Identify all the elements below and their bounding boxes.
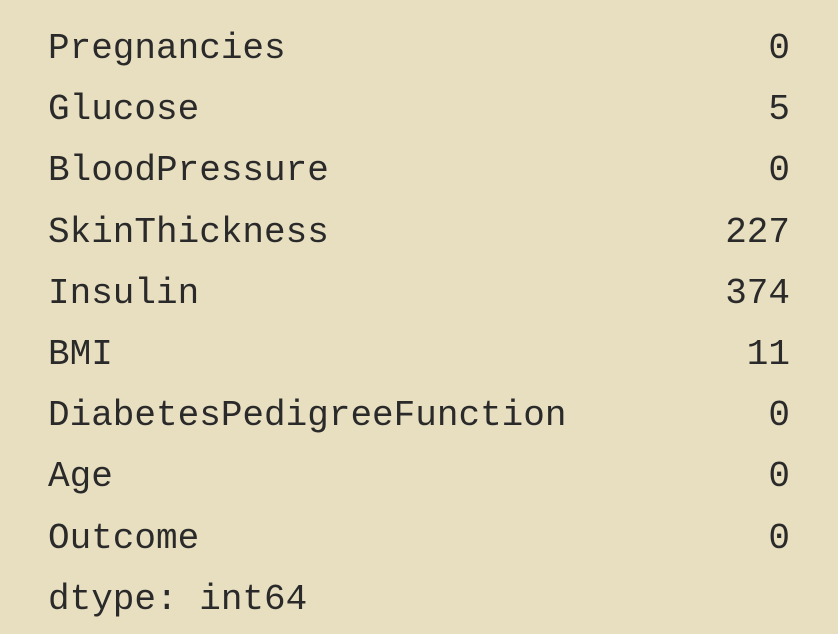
series-value: 5 <box>768 79 790 140</box>
series-row: Pregnancies 0 <box>48 18 790 79</box>
series-row: DiabetesPedigreeFunction 0 <box>48 385 790 446</box>
series-label: Age <box>48 446 113 507</box>
series-value: 11 <box>747 324 790 385</box>
series-value: 227 <box>725 202 790 263</box>
series-row: Outcome 0 <box>48 508 790 569</box>
series-row: BMI 11 <box>48 324 790 385</box>
series-row: SkinThickness 227 <box>48 202 790 263</box>
series-label: Pregnancies <box>48 18 286 79</box>
series-value: 0 <box>768 508 790 569</box>
series-label: BloodPressure <box>48 140 329 201</box>
series-label: BMI <box>48 324 113 385</box>
series-label: DiabetesPedigreeFunction <box>48 385 566 446</box>
series-label: Insulin <box>48 263 199 324</box>
series-label: Outcome <box>48 508 199 569</box>
series-value: 0 <box>768 446 790 507</box>
series-row: BloodPressure 0 <box>48 140 790 201</box>
series-value: 0 <box>768 385 790 446</box>
series-row: Age 0 <box>48 446 790 507</box>
series-value: 0 <box>768 140 790 201</box>
pandas-series-output: Pregnancies 0 Glucose 5 BloodPressure 0 … <box>48 18 790 630</box>
series-dtype: dtype: int64 <box>48 569 790 630</box>
series-value: 374 <box>725 263 790 324</box>
series-value: 0 <box>768 18 790 79</box>
series-label: SkinThickness <box>48 202 329 263</box>
series-label: Glucose <box>48 79 199 140</box>
series-row: Insulin 374 <box>48 263 790 324</box>
series-row: Glucose 5 <box>48 79 790 140</box>
